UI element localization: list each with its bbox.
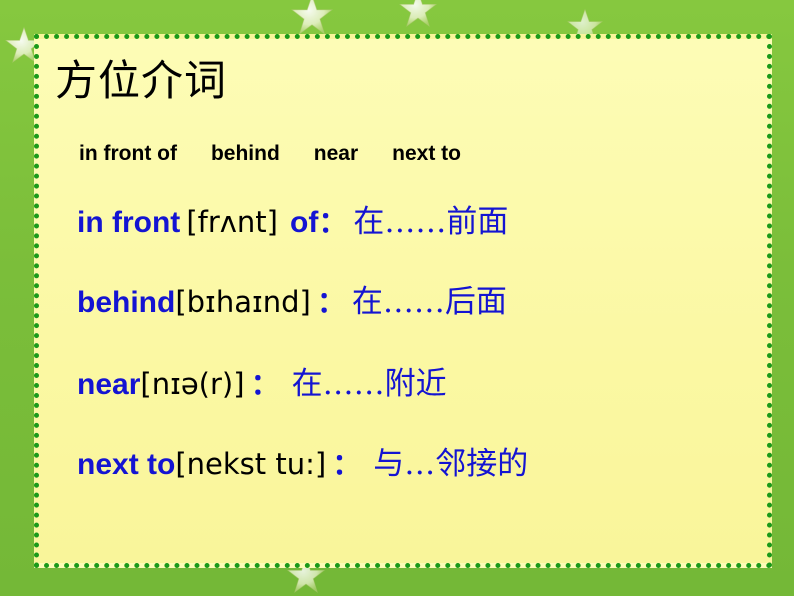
definition-phonetic: [bɪhaɪnd]: [175, 285, 311, 319]
definition-colon: ：: [332, 447, 362, 481]
content-panel-inner: 方位介词 in front of behind near next to in fro…: [39, 39, 767, 563]
definition-colon: ：: [250, 367, 280, 401]
definition-word-tail: of: [290, 206, 319, 239]
page-title: 方位介词: [55, 56, 228, 105]
definition-phonetic: [nekst tu:]: [175, 447, 327, 481]
definition-word: in front: [77, 206, 181, 239]
star-top-center-b-icon: [398, 0, 438, 30]
content-panel: 方位介词 in front of behind near next to in fro…: [34, 34, 772, 568]
definition-translation: 在……后面: [351, 284, 507, 320]
definition-line-next-to: next to[nekst tu:]： 与…邻接的: [77, 449, 528, 480]
definition-line-in-front-of: in front [frʌnt] of： 在……前面: [77, 207, 508, 238]
definition-phonetic: [nɪə(r)]: [140, 367, 245, 401]
word-chip-near: near: [313, 142, 359, 165]
word-chip-in-front-of: in front of: [79, 142, 177, 165]
definition-line-near: near[nɪə(r)]： 在……附近: [77, 369, 447, 400]
definition-line-behind: behind[bɪhaɪnd]：在……后面: [77, 287, 507, 318]
definition-colon: ：: [318, 205, 348, 239]
definition-word: next to: [77, 448, 176, 481]
definition-colon: ：: [316, 285, 346, 319]
definition-translation: 在……附近: [291, 366, 447, 402]
word-strip: in front of behind near next to: [79, 142, 461, 166]
definition-translation: 与…邻接的: [373, 446, 529, 482]
definition-translation: 在……前面: [353, 204, 509, 240]
definition-word: near: [77, 368, 141, 401]
word-chip-behind: behind: [210, 142, 280, 165]
definition-word: behind: [77, 286, 176, 319]
word-chip-next-to: next to: [392, 142, 461, 165]
slide-canvas: 方位介词 in front of behind near next to in fro…: [0, 0, 794, 596]
definition-phonetic: [frʌnt]: [186, 205, 278, 239]
star-top-center-a-icon: [290, 0, 334, 38]
